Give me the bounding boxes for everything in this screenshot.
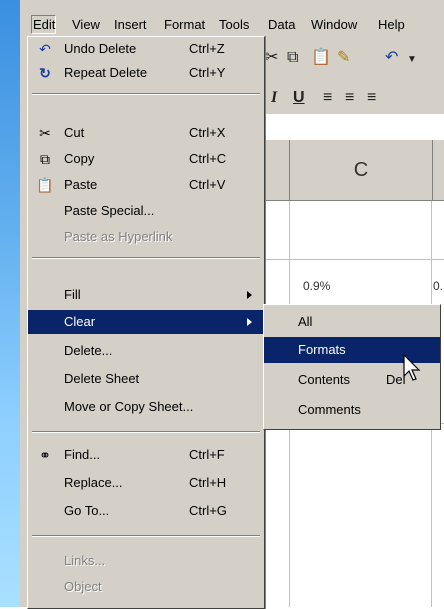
copy-toolbar-icon[interactable]: ⧉: [287, 48, 298, 68]
menu-window[interactable]: Window: [311, 17, 357, 33]
menu-item-label: Object: [64, 579, 102, 594]
menu-item-label: Repeat Delete: [64, 65, 148, 80]
cell-value: 0.: [433, 279, 444, 293]
menu-separator: [32, 535, 260, 537]
menu-format[interactable]: Format: [164, 17, 205, 33]
menu-item-label: Cut: [64, 125, 85, 140]
align-center-icon[interactable]: ≡: [345, 88, 354, 108]
menu-item-shortcut: Ctrl+V: [189, 177, 226, 192]
paste-icon: 📋: [36, 177, 54, 193]
menu-item-label: Paste: [64, 177, 98, 192]
menu-item-repeat[interactable]: ↻ Repeat Delete Ctrl+Y: [28, 61, 264, 85]
format-painter-icon[interactable]: ✎: [337, 48, 350, 68]
menu-item-label: Move or Copy Sheet...: [64, 399, 194, 414]
standard-toolbar: ✂ ⧉ 📋 ✎ ↶ ▼: [263, 36, 444, 82]
menu-item-links: Links...: [28, 549, 264, 573]
italic-icon[interactable]: I: [271, 88, 277, 108]
edit-menu: ↶ Undo Delete Ctrl+Z ↻ Repeat Delete Ctr…: [27, 36, 265, 609]
scissors-icon: ✂: [39, 125, 51, 141]
menu-item-shortcut: Ctrl+Z: [189, 41, 225, 56]
cell-value: 0.9%: [303, 279, 331, 293]
menu-item-cut[interactable]: ✂ Cut Ctrl+X: [28, 121, 264, 145]
submenu-item-comments[interactable]: Comments: [264, 397, 440, 423]
mouse-pointer-icon: [403, 354, 421, 381]
formula-bar[interactable]: [263, 114, 444, 141]
menu-tools[interactable]: Tools: [219, 17, 249, 33]
menu-item-copy[interactable]: ⧉ Copy Ctrl+C: [28, 147, 264, 171]
menu-item-label: Links...: [64, 553, 106, 568]
underline-icon[interactable]: U: [293, 88, 305, 108]
undo-dropdown-icon[interactable]: ▼: [407, 50, 417, 70]
menu-item-label: All: [298, 314, 313, 329]
column-header-row: C: [263, 140, 444, 201]
copy-icon: ⧉: [40, 151, 50, 167]
menu-item-label: Copy: [64, 151, 95, 166]
menu-item-undo[interactable]: ↶ Undo Delete Ctrl+Z: [28, 37, 264, 61]
submenu-arrow-icon: [247, 291, 252, 299]
paste-toolbar-icon[interactable]: 📋: [311, 48, 331, 68]
menu-item-label: Contents: [298, 372, 351, 387]
menu-item-shortcut: Ctrl+H: [189, 475, 227, 490]
menu-item-paste-special[interactable]: Paste Special...: [28, 199, 264, 223]
formatting-toolbar: I U ≡ ≡ ≡: [263, 82, 444, 114]
cut-toolbar-icon[interactable]: ✂: [265, 48, 278, 68]
undo-icon: ↶: [39, 41, 51, 57]
menu-separator: [32, 431, 260, 433]
menu-separator: [32, 257, 260, 259]
menu-bar: Edit View Insert Format Tools Data Windo…: [20, 14, 444, 36]
menu-item-label: Find...: [64, 447, 101, 462]
menu-item-shortcut: Ctrl+Y: [189, 65, 226, 80]
column-header-c[interactable]: C: [289, 140, 433, 200]
menu-item-replace[interactable]: Replace... Ctrl+H: [28, 471, 264, 495]
menu-item-shortcut: Ctrl+X: [189, 125, 226, 140]
menu-item-label: Delete...: [64, 343, 113, 358]
menu-item-find[interactable]: ⚭ Find... Ctrl+F: [28, 443, 264, 467]
menu-separator: [32, 93, 260, 95]
menu-item-move-copy-sheet[interactable]: Move or Copy Sheet...: [28, 395, 264, 419]
menu-item-goto[interactable]: Go To... Ctrl+G: [28, 499, 264, 523]
menu-item-label: Paste as Hyperlink: [64, 229, 173, 244]
menu-item-label: Comments: [298, 402, 361, 417]
menu-item-shortcut: Ctrl+F: [189, 447, 225, 462]
undo-toolbar-icon[interactable]: ↶: [385, 48, 398, 68]
binoculars-icon: ⚭: [39, 447, 51, 463]
menu-edit[interactable]: Edit: [31, 15, 57, 34]
menu-item-label: Clear: [64, 314, 96, 329]
menu-item-label: Fill: [64, 287, 81, 302]
redo-icon: ↻: [39, 65, 51, 81]
menu-item-label: Delete Sheet: [64, 371, 140, 386]
menu-data[interactable]: Data: [268, 17, 295, 33]
menu-item-delete-sheet[interactable]: Delete Sheet: [28, 367, 264, 391]
menu-item-object: Object: [28, 575, 264, 599]
align-right-icon[interactable]: ≡: [367, 88, 376, 108]
menu-item-paste-hyperlink: Paste as Hyperlink: [28, 225, 264, 249]
menu-item-shortcut: Ctrl+C: [189, 151, 227, 166]
menu-item-paste[interactable]: 📋 Paste Ctrl+V: [28, 173, 264, 197]
menu-item-label: Replace...: [64, 475, 123, 490]
align-left-icon[interactable]: ≡: [323, 88, 332, 108]
menu-insert[interactable]: Insert: [114, 17, 147, 33]
submenu-item-all[interactable]: All: [264, 309, 440, 335]
menu-item-clear[interactable]: Clear: [28, 310, 264, 334]
submenu-arrow-icon: [247, 318, 252, 326]
menu-item-fill[interactable]: Fill: [28, 283, 264, 307]
grid-line: [263, 259, 444, 260]
menu-item-delete[interactable]: Delete...: [28, 339, 264, 363]
desktop-background: [0, 0, 20, 607]
menu-item-label: Formats: [298, 342, 346, 357]
menu-item-label: Paste Special...: [64, 203, 155, 218]
menu-help[interactable]: Help: [378, 17, 405, 33]
menu-view[interactable]: View: [72, 17, 100, 33]
menu-item-shortcut: Ctrl+G: [189, 503, 227, 518]
menu-item-label: Undo Delete: [64, 41, 137, 56]
menu-item-label: Go To...: [64, 503, 110, 518]
